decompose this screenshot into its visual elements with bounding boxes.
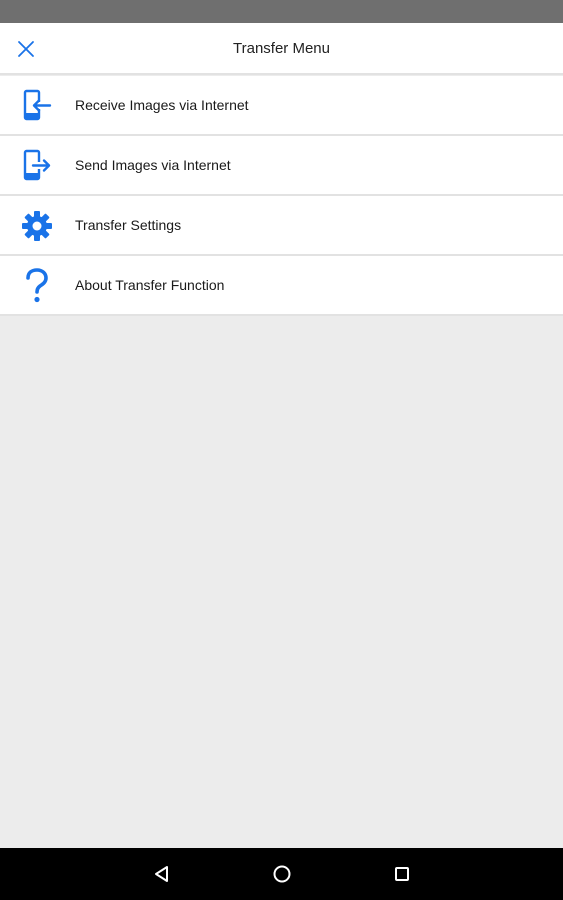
menu-item-label: Transfer Settings xyxy=(75,217,182,233)
menu-item-transfer-settings[interactable]: Transfer Settings xyxy=(0,196,563,256)
system-navigation-bar xyxy=(0,848,563,900)
page-title: Transfer Menu xyxy=(233,40,330,57)
menu-item-label: Send Images via Internet xyxy=(75,157,231,173)
recents-square-icon xyxy=(395,867,409,881)
menu-item-send-images[interactable]: Send Images via Internet xyxy=(0,136,563,196)
receive-images-icon xyxy=(18,88,56,124)
menu-item-receive-images[interactable]: Receive Images via Internet xyxy=(0,76,563,136)
close-icon xyxy=(18,41,34,57)
back-triangle-icon xyxy=(155,866,168,882)
title-bar: Transfer Menu xyxy=(0,23,563,75)
recents-button[interactable] xyxy=(387,859,417,889)
menu-item-about-transfer[interactable]: About Transfer Function xyxy=(0,256,563,316)
send-images-icon xyxy=(18,148,56,184)
home-button[interactable] xyxy=(267,859,297,889)
menu-item-label: About Transfer Function xyxy=(75,277,225,293)
gear-icon xyxy=(18,208,56,244)
transfer-menu-list: Receive Images via Internet Send Images … xyxy=(0,76,563,316)
menu-item-label: Receive Images via Internet xyxy=(75,97,249,113)
question-mark-icon xyxy=(18,268,56,304)
home-circle-icon xyxy=(273,865,291,883)
status-bar xyxy=(0,0,563,23)
back-button[interactable] xyxy=(147,859,177,889)
close-button[interactable] xyxy=(10,33,42,65)
